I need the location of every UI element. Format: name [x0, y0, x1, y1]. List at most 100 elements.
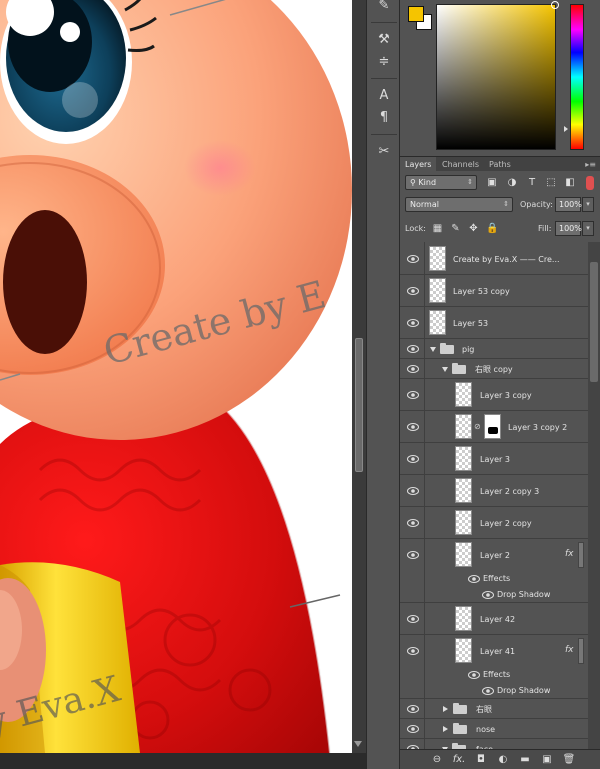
layer-row[interactable]: Layer 53 copy — [400, 275, 588, 307]
smart-object-filter-icon[interactable]: ◧ — [564, 177, 576, 189]
blend-mode-dropdown[interactable]: Normal ⇕ — [405, 197, 513, 212]
lock-image-icon[interactable]: ✎ — [450, 223, 461, 234]
add-layer-style-icon[interactable]: fx. — [452, 753, 466, 767]
fill-input[interactable]: 100% — [555, 221, 582, 236]
eye-icon[interactable] — [407, 551, 419, 559]
tab-channels[interactable]: Channels — [437, 157, 484, 172]
sliders-icon[interactable]: ≑ — [372, 52, 396, 70]
layers-scroll-thumb[interactable] — [590, 262, 598, 382]
opacity-dropdown-arrow-icon[interactable]: ▾ — [582, 197, 594, 212]
layer-row[interactable]: Layer 2 copy — [400, 507, 588, 539]
tab-paths[interactable]: Paths — [484, 157, 516, 172]
eye-icon[interactable] — [407, 615, 419, 623]
eye-icon[interactable] — [407, 319, 419, 327]
filter-toggle-switch[interactable] — [586, 176, 594, 190]
shape-filter-icon[interactable]: ⬚ — [545, 177, 557, 189]
effect-row-drop-shadow[interactable]: Drop Shadow — [400, 587, 588, 603]
color-marker[interactable] — [551, 1, 559, 9]
collapse-arrow-icon[interactable] — [443, 726, 448, 732]
layers-scrollbar[interactable] — [588, 242, 600, 749]
layer-mask-thumbnail[interactable] — [484, 414, 501, 439]
link-layers-icon[interactable]: ⊖ — [430, 753, 444, 767]
tool-divider — [371, 134, 397, 135]
foreground-color-swatch[interactable] — [408, 6, 424, 22]
eye-icon[interactable] — [407, 487, 419, 495]
folder-icon — [452, 363, 466, 374]
eye-icon[interactable] — [407, 705, 419, 713]
group-row-nose[interactable]: nose — [400, 719, 588, 739]
eye-icon[interactable] — [407, 365, 419, 373]
eye-icon[interactable] — [482, 591, 494, 599]
lock-label: Lock: — [405, 224, 426, 233]
effect-row-drop-shadow[interactable]: Drop Shadow — [400, 683, 588, 699]
new-layer-icon[interactable]: ▣ — [540, 753, 554, 767]
group-row-right-eye[interactable]: 右眼 — [400, 699, 588, 719]
eye-icon[interactable] — [407, 519, 419, 527]
layer-row[interactable]: ⊘ Layer 3 copy 2 — [400, 411, 588, 443]
tool-presets-icon[interactable]: ✂ — [372, 142, 396, 160]
hue-slider-arrow-icon[interactable] — [564, 126, 568, 132]
eye-icon[interactable] — [468, 671, 480, 679]
layer-row[interactable]: Layer 2 copy 3 — [400, 475, 588, 507]
effects-collapse-toggle[interactable] — [578, 638, 584, 664]
eye-icon[interactable] — [468, 575, 480, 583]
filter-kind-dropdown[interactable]: ⚲ Kind ⇕ — [405, 175, 477, 190]
pig-artwork: Create by E y Eva.X — [0, 0, 352, 753]
adjustment-filter-icon[interactable]: ◑ — [506, 177, 518, 189]
new-group-icon[interactable]: ▬ — [518, 753, 532, 767]
type-filter-icon[interactable]: T — [526, 177, 538, 189]
canvas-scroll-thumb[interactable] — [355, 338, 363, 472]
effects-collapse-toggle[interactable] — [578, 542, 584, 568]
eye-icon[interactable] — [407, 455, 419, 463]
eye-icon[interactable] — [407, 287, 419, 295]
history-brush-icon[interactable]: ✎ — [372, 0, 396, 14]
layer-row[interactable]: Layer 53 — [400, 307, 588, 339]
eye-icon[interactable] — [482, 687, 494, 695]
eye-icon[interactable] — [407, 345, 419, 353]
document-canvas[interactable]: Create by E y Eva.X — [0, 0, 352, 753]
lock-all-icon[interactable]: 🔒 — [486, 223, 498, 234]
new-adjustment-layer-icon[interactable]: ◐ — [496, 753, 510, 767]
layer-row[interactable]: Layer 41 fx — [400, 635, 588, 667]
canvas-bottom-strip — [0, 753, 366, 769]
delete-layer-icon[interactable]: 🗑 — [562, 753, 576, 767]
group-row-pig[interactable]: pig — [400, 339, 588, 359]
layer-row[interactable]: Layer 3 — [400, 443, 588, 475]
add-mask-icon[interactable]: ◘ — [474, 753, 488, 767]
fx-badge[interactable]: fx — [565, 645, 574, 655]
visibility-cell — [400, 683, 425, 698]
canvas-scroll-down-arrow-icon[interactable] — [354, 741, 362, 747]
eye-icon[interactable] — [407, 423, 419, 431]
layer-row[interactable]: Create by Eva.X —— Cre... — [400, 242, 588, 275]
opacity-input[interactable]: 100% — [555, 197, 582, 212]
collapse-arrow-icon[interactable] — [443, 706, 448, 712]
lock-transparency-icon[interactable]: ▦ — [432, 223, 443, 234]
fill-dropdown-arrow-icon[interactable]: ▾ — [582, 221, 594, 236]
layer-name: Layer 53 — [453, 319, 489, 328]
eye-icon[interactable] — [407, 725, 419, 733]
eye-icon[interactable] — [407, 391, 419, 399]
effects-row[interactable]: Effects — [400, 571, 588, 587]
expand-arrow-icon[interactable] — [430, 347, 436, 352]
saturation-brightness-field[interactable] — [436, 1, 559, 150]
mask-link-icon[interactable]: ⊘ — [474, 422, 481, 431]
paragraph-icon[interactable]: ¶ — [372, 108, 396, 126]
character-icon[interactable]: A — [372, 86, 396, 104]
hue-slider[interactable] — [570, 4, 584, 150]
layer-row[interactable]: Layer 42 — [400, 603, 588, 635]
eye-icon[interactable] — [407, 647, 419, 655]
layer-row[interactable]: Layer 2 fx — [400, 539, 588, 571]
adjust-tool-icon[interactable]: ⚒ — [372, 30, 396, 48]
effects-row[interactable]: Effects — [400, 667, 588, 683]
canvas-vertical-scrollbar[interactable] — [352, 0, 366, 753]
eye-icon[interactable] — [407, 255, 419, 263]
tab-layers[interactable]: Layers — [400, 157, 437, 172]
group-row-face[interactable]: face — [400, 739, 588, 749]
lock-position-icon[interactable]: ✥ — [468, 223, 479, 234]
pixel-filter-icon[interactable]: ▣ — [486, 177, 498, 189]
panel-menu-icon[interactable]: ▸≡ — [585, 160, 596, 169]
layer-row[interactable]: Layer 3 copy — [400, 379, 588, 411]
expand-arrow-icon[interactable] — [442, 367, 448, 372]
fx-badge[interactable]: fx — [565, 549, 574, 559]
group-row-right-eye-copy[interactable]: 右眼 copy — [400, 359, 588, 379]
